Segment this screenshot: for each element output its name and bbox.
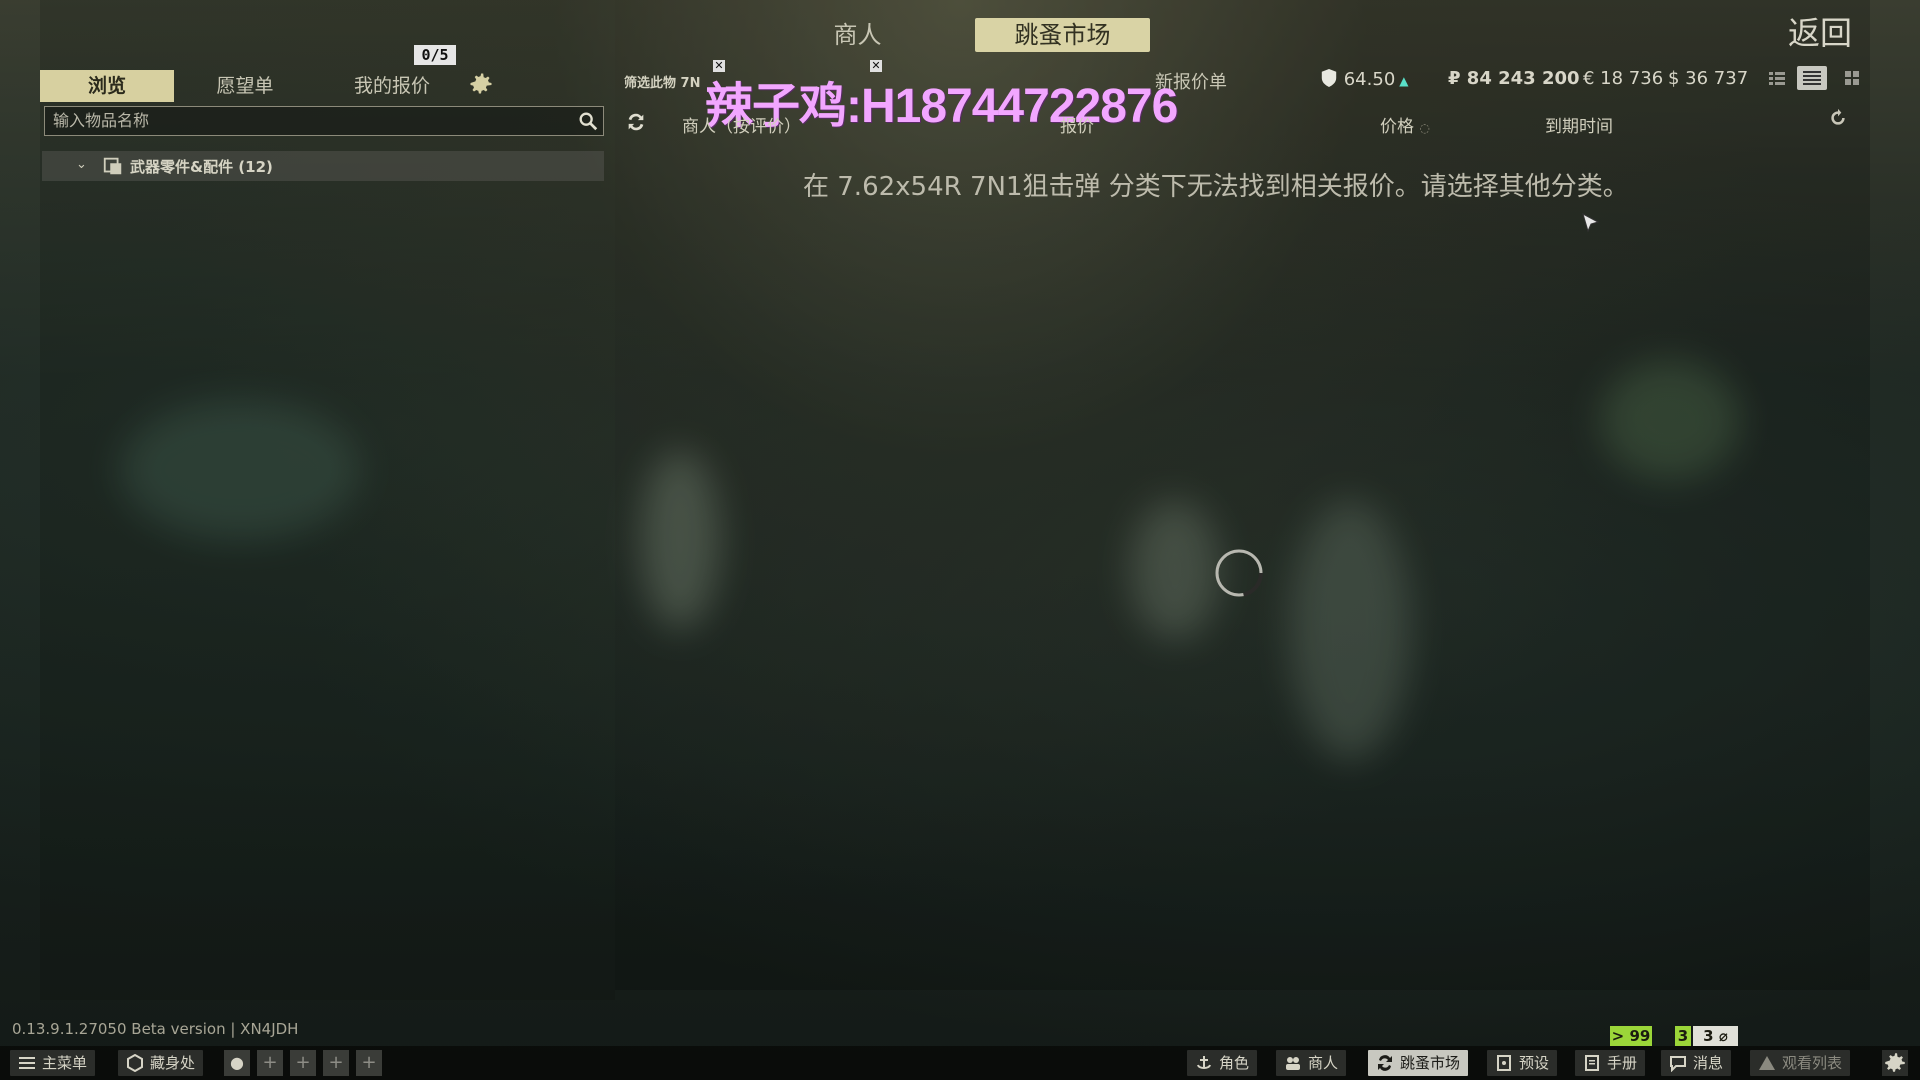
version-text: 0.13.9.1.27050 Beta version | XN4JDH xyxy=(12,1020,299,1038)
back-button[interactable]: 返回 xyxy=(1788,8,1852,54)
anchor-icon xyxy=(1197,1056,1211,1069)
status-badge: 3 xyxy=(1675,1026,1691,1046)
handbook-label: 手册 xyxy=(1607,1054,1638,1072)
tab-flea-market[interactable]: 跳蚤市场 xyxy=(975,18,1150,52)
tab-browse[interactable]: 浏览 xyxy=(40,70,174,102)
rating-value: 64.50 xyxy=(1343,69,1396,90)
swap-icon[interactable] xyxy=(625,111,647,133)
status-badge-count: 3 xyxy=(1703,1027,1714,1045)
plus-icon: + xyxy=(361,1052,377,1073)
main-menu-button[interactable]: 主菜单 xyxy=(10,1050,96,1076)
search-field[interactable] xyxy=(44,106,604,136)
traders-label: 商人 xyxy=(1308,1054,1339,1072)
search-input[interactable] xyxy=(45,107,561,134)
euros-balance: € 18 736 xyxy=(1583,68,1664,89)
grid-icon xyxy=(1845,71,1859,85)
settings-gear-icon[interactable] xyxy=(467,70,495,98)
quick-slot-add[interactable]: + xyxy=(257,1050,283,1076)
preset-icon xyxy=(1497,1055,1511,1071)
filter-chip-label: 筛选此物 7N xyxy=(624,76,701,91)
column-trader[interactable]: 商人（按评价） xyxy=(682,112,801,137)
view-grid-button[interactable] xyxy=(1837,66,1867,90)
user-icon: ● xyxy=(230,1053,244,1072)
mouse-cursor-icon xyxy=(1582,213,1600,233)
sort-indicator-icon: ◌ xyxy=(1419,121,1430,135)
main-menu-label: 主菜单 xyxy=(42,1054,88,1072)
tab-traders[interactable]: 商人 xyxy=(800,18,915,52)
rating-up-arrow-icon: ▲ xyxy=(1399,74,1409,88)
chat-icon xyxy=(1670,1056,1686,1072)
traders-icon xyxy=(1286,1057,1300,1070)
plus-icon: + xyxy=(328,1052,344,1073)
grid-small-icon xyxy=(1769,72,1785,85)
quick-slot-add[interactable]: + xyxy=(356,1050,382,1076)
menu-icon xyxy=(19,1057,35,1069)
gear-icon xyxy=(1885,1053,1905,1072)
traders-button[interactable]: 商人 xyxy=(1276,1050,1347,1076)
character-button[interactable]: 角色 xyxy=(1187,1050,1258,1076)
watchlist-button[interactable]: 观看列表 xyxy=(1750,1050,1851,1076)
attachment-icon: ⌀ xyxy=(1718,1027,1728,1045)
view-list-button[interactable] xyxy=(1797,66,1827,90)
plus-icon: + xyxy=(295,1052,311,1073)
column-price[interactable]: 价格 ◌ xyxy=(1380,112,1430,137)
tab-wishlist[interactable]: 愿望单 xyxy=(200,70,290,102)
hideout-label: 藏身处 xyxy=(150,1054,196,1072)
offer-count-badge: 0/5 xyxy=(414,45,456,65)
bottom-taskbar: 主菜单 藏身处 ● + + + + 角色 商人 跳蚤市场 预设 手册 消息 观看… xyxy=(0,1046,1920,1080)
offers-panel xyxy=(615,0,1870,990)
dollars-balance: $ 36 737 xyxy=(1668,68,1749,89)
category-label: 武器零件&配件 (12) xyxy=(130,158,273,176)
quick-slot-profile[interactable]: ● xyxy=(224,1050,250,1076)
quick-slot-add[interactable]: + xyxy=(323,1050,349,1076)
presets-button[interactable]: 预设 xyxy=(1487,1050,1558,1076)
messages-button[interactable]: 消息 xyxy=(1661,1050,1732,1076)
column-price-label: 价格 xyxy=(1380,117,1414,137)
status-badge: 3 ⌀ xyxy=(1693,1026,1738,1046)
column-offer[interactable]: 报价 xyxy=(1060,112,1094,137)
character-label: 角色 xyxy=(1219,1054,1250,1072)
tab-my-offers[interactable]: 我的报价 xyxy=(337,70,447,102)
watchlist-label: 观看列表 xyxy=(1782,1054,1843,1072)
refresh-icon[interactable] xyxy=(1828,108,1848,128)
presets-label: 预设 xyxy=(1519,1054,1550,1072)
view-compact-button[interactable] xyxy=(1762,66,1792,90)
hideout-icon xyxy=(127,1054,143,1072)
left-panel xyxy=(40,0,615,1000)
list-icon xyxy=(1803,71,1821,85)
loading-spinner-icon xyxy=(1215,549,1263,597)
handbook-icon xyxy=(1585,1055,1599,1071)
quick-slot-add[interactable]: + xyxy=(290,1050,316,1076)
swap-icon xyxy=(1378,1055,1392,1071)
status-badge: > 99 xyxy=(1610,1026,1652,1046)
column-expiration[interactable]: 到期时间 xyxy=(1545,112,1613,137)
category-tree-item[interactable]: ⌄ 武器零件&配件 (12) xyxy=(42,151,604,181)
player-rating: 64.50 ▲ xyxy=(1320,68,1409,90)
warning-icon xyxy=(1759,1056,1775,1070)
messages-label: 消息 xyxy=(1693,1054,1724,1072)
flea-market-label: 跳蚤市场 xyxy=(1400,1054,1461,1072)
flea-market-button[interactable]: 跳蚤市场 xyxy=(1368,1050,1469,1076)
rubles-balance: ₽ 84 243 200 xyxy=(1448,68,1580,89)
chevron-down-icon[interactable]: ⌄ xyxy=(76,157,87,172)
search-icon[interactable] xyxy=(577,110,599,132)
no-offers-message: 在 7.62x54R 7N1狙击弹 分类下无法找到相关报价。请选择其他分类。 xyxy=(803,172,1629,202)
weapon-parts-icon xyxy=(103,157,122,175)
plus-icon: + xyxy=(262,1052,278,1073)
handbook-button[interactable]: 手册 xyxy=(1575,1050,1646,1076)
hideout-button[interactable]: 藏身处 xyxy=(118,1050,204,1076)
settings-button[interactable] xyxy=(1882,1050,1908,1076)
rating-shield-icon xyxy=(1321,69,1337,87)
